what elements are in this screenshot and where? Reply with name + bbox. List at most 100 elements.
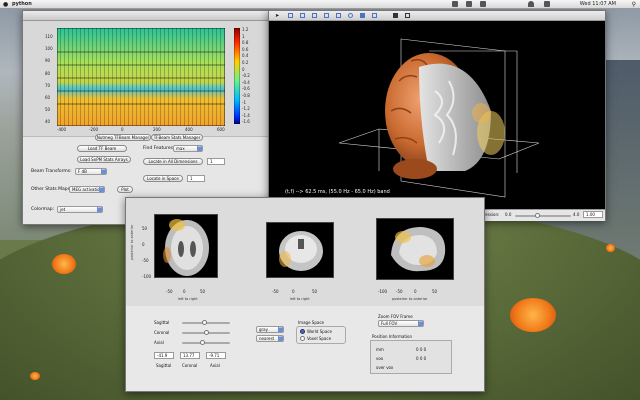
colorbar-tick: 0 bbox=[242, 66, 245, 72]
colorbar-tick: -0.2 bbox=[242, 73, 250, 79]
menu-bar: ● python Wed 11:07 AM ⚲ bbox=[0, 0, 640, 9]
load-tf-beam-button[interactable]: Load TF Beam bbox=[77, 145, 127, 152]
render-window: ➤ (t,f) --> 62.5 ms, (55.0 Hz - 65.0 Hz)… bbox=[268, 10, 606, 221]
sagittal-slider-knob[interactable] bbox=[202, 320, 207, 325]
axial-value-input[interactable]: -9.71 bbox=[206, 352, 226, 359]
axial-ylabel: posterior to anterior bbox=[130, 224, 134, 260]
load-snpm-button[interactable]: Load SnPM Stats Arrays bbox=[77, 156, 131, 163]
app-menu[interactable]: python bbox=[12, 0, 32, 9]
menu-clock[interactable]: Wed 11:07 AM bbox=[580, 0, 616, 9]
axial-slider[interactable] bbox=[182, 340, 230, 345]
image-space-label: Image Space bbox=[298, 320, 324, 325]
other-stats-select[interactable]: MEG activation bbox=[69, 186, 105, 193]
toolbar-icon[interactable] bbox=[348, 13, 353, 18]
coronal-x-tick: 50 bbox=[312, 289, 318, 294]
colorbar-tick: 1.2 bbox=[242, 27, 249, 32]
toolbar-icon[interactable] bbox=[405, 13, 410, 18]
colorbar-tick: 0.2 bbox=[242, 60, 249, 65]
coronal-slider[interactable] bbox=[182, 330, 230, 335]
heatmap-x-tick: 200 bbox=[153, 127, 161, 132]
save-icon[interactable] bbox=[393, 13, 398, 18]
locate-all-value[interactable]: 1 bbox=[207, 158, 225, 165]
locate-in-space-button[interactable]: Locate in Space bbox=[143, 175, 183, 182]
wallpaper-poppy bbox=[510, 298, 556, 332]
wifi-icon[interactable] bbox=[528, 1, 534, 7]
heatmap-y-tick: 60 bbox=[45, 95, 51, 100]
render-toolbar: ➤ bbox=[269, 11, 605, 21]
coronal-slider-knob[interactable] bbox=[204, 330, 209, 335]
toolbar-icon[interactable] bbox=[336, 13, 341, 18]
axial-xlabel: left to right bbox=[178, 297, 198, 301]
pointer-tool-icon[interactable]: ➤ bbox=[275, 13, 279, 19]
tf-heatmap[interactable] bbox=[57, 28, 225, 126]
sagittal-value-label: Sagittal bbox=[156, 363, 172, 368]
tfbeam-manager-button[interactable]: Nutmeg TFBeam Manager bbox=[95, 134, 151, 141]
toolbar-icon[interactable] bbox=[288, 13, 293, 18]
other-stats-label: Other Stats Maps: bbox=[31, 187, 72, 192]
heatmap-y-tick: 80 bbox=[45, 70, 51, 76]
status-icon[interactable] bbox=[466, 1, 472, 7]
status-icon[interactable] bbox=[452, 1, 458, 7]
mm-label: mm bbox=[376, 347, 384, 352]
interpolation-select[interactable]: nearest bbox=[256, 335, 284, 342]
axial-slider-knob[interactable] bbox=[200, 340, 205, 345]
colorbar-tick: -0.6 bbox=[242, 86, 250, 92]
sagittal-x-tick: 50 bbox=[432, 289, 438, 294]
toolbar-icon[interactable] bbox=[360, 13, 365, 18]
sagittal-value-input[interactable]: -41.9 bbox=[154, 352, 174, 359]
stats-manager-button[interactable]: TFBeam Stats Manager bbox=[151, 134, 203, 141]
locate-all-dimensions-button[interactable]: Locate in All Dimensions bbox=[143, 158, 203, 165]
colorbar-tick: -1 bbox=[242, 99, 246, 105]
toolbar-icon[interactable] bbox=[300, 13, 305, 18]
heatmap-x-tick: 400 bbox=[185, 127, 193, 132]
heatmap-y-tick: 90 bbox=[45, 58, 51, 64]
wallpaper-poppy bbox=[606, 244, 615, 252]
alpha-slider[interactable] bbox=[515, 213, 571, 218]
find-features-select[interactable]: max bbox=[173, 145, 203, 152]
alpha-value-input[interactable]: 1.00 bbox=[583, 211, 603, 218]
colorbar-tick: -1.2 bbox=[242, 106, 250, 112]
toolbar-icon[interactable] bbox=[372, 13, 377, 18]
colorbar-tick: 0.6 bbox=[242, 46, 249, 52]
locate-in-space-value[interactable]: 1 bbox=[187, 175, 205, 182]
vox-label: vox bbox=[376, 356, 384, 361]
apple-icon[interactable]: ● bbox=[3, 0, 8, 9]
plot-button[interactable]: Plot bbox=[117, 186, 133, 193]
axial-y-tick: -100 bbox=[142, 274, 152, 279]
axial-x-tick: 0 bbox=[183, 289, 186, 294]
axial-view[interactable] bbox=[154, 214, 218, 278]
status-icon[interactable] bbox=[480, 1, 486, 7]
sagittal-view[interactable] bbox=[376, 218, 454, 280]
axial-y-tick: -50 bbox=[142, 258, 149, 263]
colormap-select[interactable]: jet bbox=[57, 206, 103, 213]
over-vox-label: over vox bbox=[376, 365, 394, 370]
wallpaper-poppy bbox=[30, 372, 40, 380]
toolbar-icon[interactable] bbox=[312, 13, 317, 18]
mm-value: 0 0 0 bbox=[416, 347, 427, 352]
coronal-x-tick: 0 bbox=[292, 289, 295, 294]
sagittal-xlabel: posterior to anterior bbox=[392, 297, 428, 301]
display-units-select[interactable]: gray bbox=[256, 326, 284, 333]
search-icon[interactable]: ⚲ bbox=[632, 0, 636, 9]
alpha-slider-knob[interactable] bbox=[535, 213, 540, 218]
ortho-window: posterior to anterior left to right 50 0 -… bbox=[125, 197, 485, 392]
coronal-value-input[interactable]: 13.77 bbox=[180, 352, 200, 359]
world-space-radio[interactable] bbox=[300, 329, 305, 334]
toolbar-icon[interactable] bbox=[324, 13, 329, 18]
beam-transforms-select[interactable]: F dB bbox=[75, 168, 107, 175]
colorbar-tick: 0.4 bbox=[242, 53, 249, 59]
heatmap-y-tick: 70 bbox=[45, 82, 51, 88]
sagittal-slider[interactable] bbox=[182, 320, 230, 325]
3d-brain-render[interactable] bbox=[269, 21, 605, 207]
coronal-view[interactable] bbox=[266, 222, 334, 278]
colorbar-tick: -1.4 bbox=[242, 112, 250, 118]
zoom-fov-select[interactable]: Full FOV bbox=[378, 320, 424, 327]
coronal-slider-label: Coronal bbox=[154, 330, 170, 335]
coronal-xlabel: left to right bbox=[290, 297, 310, 301]
coronal-value-label: Coronal bbox=[182, 363, 198, 368]
window-titlebar[interactable] bbox=[23, 11, 271, 28]
sagittal-x-tick: -50 bbox=[396, 289, 403, 294]
voxel-space-radio[interactable] bbox=[300, 336, 305, 341]
alpha-min-label: 0.0 bbox=[505, 212, 512, 217]
volume-icon[interactable] bbox=[544, 1, 550, 7]
